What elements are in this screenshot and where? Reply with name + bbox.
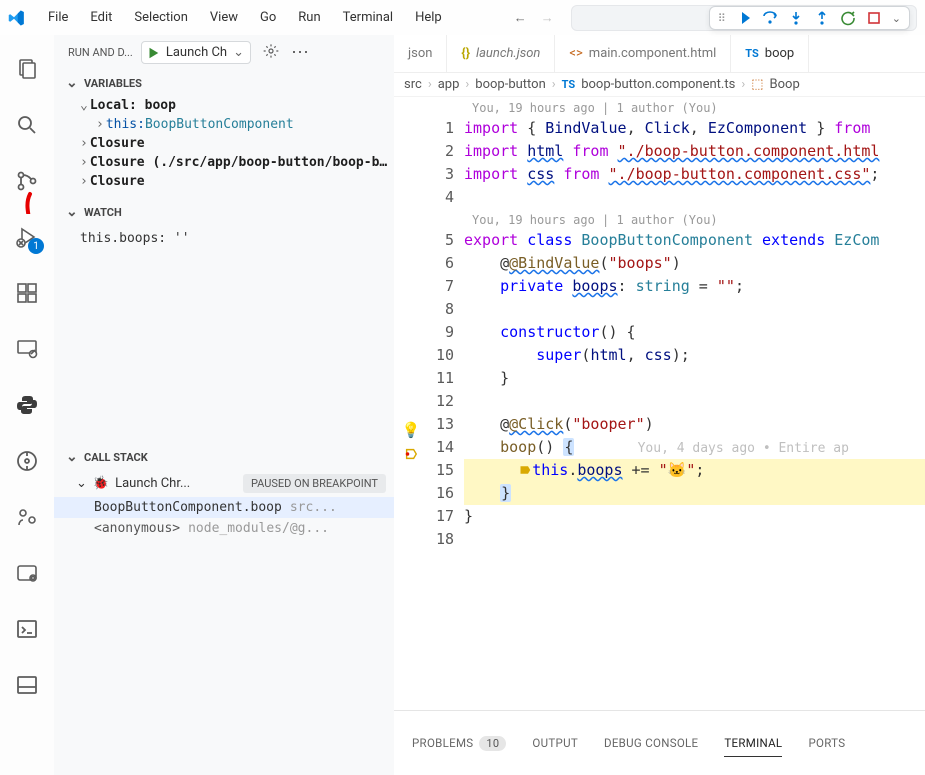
live-share-icon[interactable] xyxy=(13,503,41,531)
explorer-icon[interactable] xyxy=(13,55,41,83)
watch-title: WATCH xyxy=(84,206,122,219)
breakpoint-current-icon[interactable] xyxy=(394,442,428,465)
gitlens-icon[interactable] xyxy=(13,447,41,475)
variables-tree: ⌄ Local: boop › this: BoopButtonComponen… xyxy=(54,96,394,199)
step-into-button[interactable] xyxy=(788,10,804,26)
editor-tabs: json {}launch.json <>main.component.html… xyxy=(394,35,925,73)
terminal-panel-icon[interactable] xyxy=(13,615,41,643)
configure-gear-icon[interactable] xyxy=(263,43,279,63)
watch-section-header[interactable]: ⌄ WATCH xyxy=(54,199,394,225)
scope-row[interactable]: ⌄ Local: boop xyxy=(54,96,394,115)
tab-boop-component[interactable]: TSboop xyxy=(731,35,809,72)
glyph-margin: 💡 xyxy=(394,97,428,710)
restart-button[interactable] xyxy=(840,10,856,26)
settings-icon[interactable] xyxy=(13,559,41,587)
scope-row[interactable]: › Closure xyxy=(54,172,394,191)
symbol-icon: ⬚ xyxy=(751,77,763,92)
menu-view[interactable]: View xyxy=(200,6,248,29)
tab-main-component[interactable]: <>main.component.html xyxy=(555,35,731,72)
step-over-button[interactable] xyxy=(762,10,778,26)
breadcrumb[interactable]: src› app› boop-button› TS boop-button.co… xyxy=(394,73,925,97)
tab-launch-json[interactable]: {}launch.json xyxy=(447,35,555,72)
debug-toolbar: ⠿ ⌄ xyxy=(709,6,910,30)
start-debug-button[interactable] xyxy=(146,46,160,60)
html-icon: <> xyxy=(569,46,582,61)
codelens[interactable]: You, 19 hours ago | 1 author (You) xyxy=(464,97,925,117)
continue-button[interactable] xyxy=(736,10,752,26)
layout-icon[interactable] xyxy=(13,671,41,699)
scope-row[interactable]: › Closure (./src/app/boop-button/boop-bu… xyxy=(54,153,394,172)
callstack-section-header[interactable]: ⌄ CALL STACK xyxy=(54,444,394,470)
json-icon: {} xyxy=(461,46,470,61)
line-numbers: 1234 5678 9101112 13141516 1718 xyxy=(428,97,464,710)
bottom-panel-tabs: PROBLEMS10 OUTPUT DEBUG CONSOLE TERMINAL… xyxy=(394,710,925,775)
lightbulb-icon[interactable]: 💡 xyxy=(394,419,428,442)
menu-edit[interactable]: Edit xyxy=(80,6,122,29)
menu-selection[interactable]: Selection xyxy=(124,6,197,29)
ts-icon: TS xyxy=(562,78,576,91)
problems-count-badge: 10 xyxy=(479,736,506,751)
ts-icon: TS xyxy=(745,47,759,60)
source-control-icon[interactable] xyxy=(13,167,41,195)
paused-status-badge: PAUSED ON BREAKPOINT xyxy=(243,474,386,493)
code-body[interactable]: You, 19 hours ago | 1 author (You) impor… xyxy=(464,97,925,710)
stack-frame[interactable]: <anonymous> node_modules/@g... xyxy=(54,518,394,539)
search-icon[interactable] xyxy=(13,111,41,139)
debug-more-chevron[interactable]: ⌄ xyxy=(892,12,901,25)
nav-back-button[interactable]: ← xyxy=(514,10,527,26)
editor-area: json {}launch.json <>main.component.html… xyxy=(394,35,925,775)
nav-arrows: ← → xyxy=(514,10,554,26)
code-editor[interactable]: 💡 1234 5678 9101112 13141516 1718 You, 1… xyxy=(394,97,925,710)
nav-forward-button[interactable]: → xyxy=(541,10,554,26)
debug-session-row[interactable]: ⌄ 🐞 Launch Chr... PAUSED ON BREAKPOINT xyxy=(54,470,394,497)
launch-config-select[interactable]: Launch Ch ⌄ xyxy=(141,41,251,64)
chevron-down-icon: ⌄ xyxy=(66,449,80,465)
launch-config-label: Launch Ch xyxy=(166,45,227,60)
python-icon[interactable] xyxy=(13,391,41,419)
panel-tab-ports[interactable]: PORTS xyxy=(808,730,845,756)
variables-section-header[interactable]: ⌄ VARIABLES xyxy=(54,70,394,96)
menu-bar: File Edit Selection View Go Run Terminal… xyxy=(0,0,925,35)
chevron-down-icon: ⌄ xyxy=(66,75,80,91)
menu-terminal[interactable]: Terminal xyxy=(333,6,403,29)
extensions-icon[interactable] xyxy=(13,279,41,307)
bug-icon: 🐞 xyxy=(93,476,109,491)
activity-bar xyxy=(0,35,54,775)
variables-title: VARIABLES xyxy=(84,77,142,90)
variable-row[interactable]: › this: BoopButtonComponent xyxy=(54,115,394,134)
session-label: Launch Chr... xyxy=(115,476,190,491)
stop-button[interactable] xyxy=(866,10,882,26)
debug-sidebar: RUN AND D... Launch Ch ⌄ ⋯ ⌄ VARIABLES ⌄… xyxy=(54,35,394,775)
chevron-down-icon: ⌄ xyxy=(66,204,80,220)
menu-go[interactable]: Go xyxy=(250,6,286,29)
sidebar-title: RUN AND D... xyxy=(68,46,133,59)
panel-tab-terminal[interactable]: TERMINAL xyxy=(724,730,782,757)
watch-expression[interactable]: this.boops: '' xyxy=(54,225,394,254)
panel-tab-problems[interactable]: PROBLEMS10 xyxy=(412,730,506,756)
run-debug-icon[interactable] xyxy=(13,223,41,251)
remote-icon[interactable] xyxy=(13,335,41,363)
stack-frame[interactable]: BoopButtonComponent.boop src... xyxy=(54,497,394,518)
codelens[interactable]: You, 19 hours ago | 1 author (You) xyxy=(464,209,925,229)
panel-tab-debug-console[interactable]: DEBUG CONSOLE xyxy=(604,730,698,756)
grip-icon[interactable]: ⠿ xyxy=(718,12,726,25)
scope-row[interactable]: › Closure xyxy=(54,134,394,153)
callstack-title: CALL STACK xyxy=(84,451,148,464)
tab-json-partial[interactable]: json xyxy=(394,35,447,72)
step-out-button[interactable] xyxy=(814,10,830,26)
menu-run[interactable]: Run xyxy=(288,6,330,29)
menu-file[interactable]: File xyxy=(38,6,78,29)
callstack-tree: ⌄ 🐞 Launch Chr... PAUSED ON BREAKPOINT B… xyxy=(54,470,394,539)
menu-help[interactable]: Help xyxy=(405,6,452,29)
panel-tab-output[interactable]: OUTPUT xyxy=(532,730,578,756)
chevron-down-icon: ⌄ xyxy=(233,45,244,60)
vscode-logo-icon xyxy=(8,9,26,27)
